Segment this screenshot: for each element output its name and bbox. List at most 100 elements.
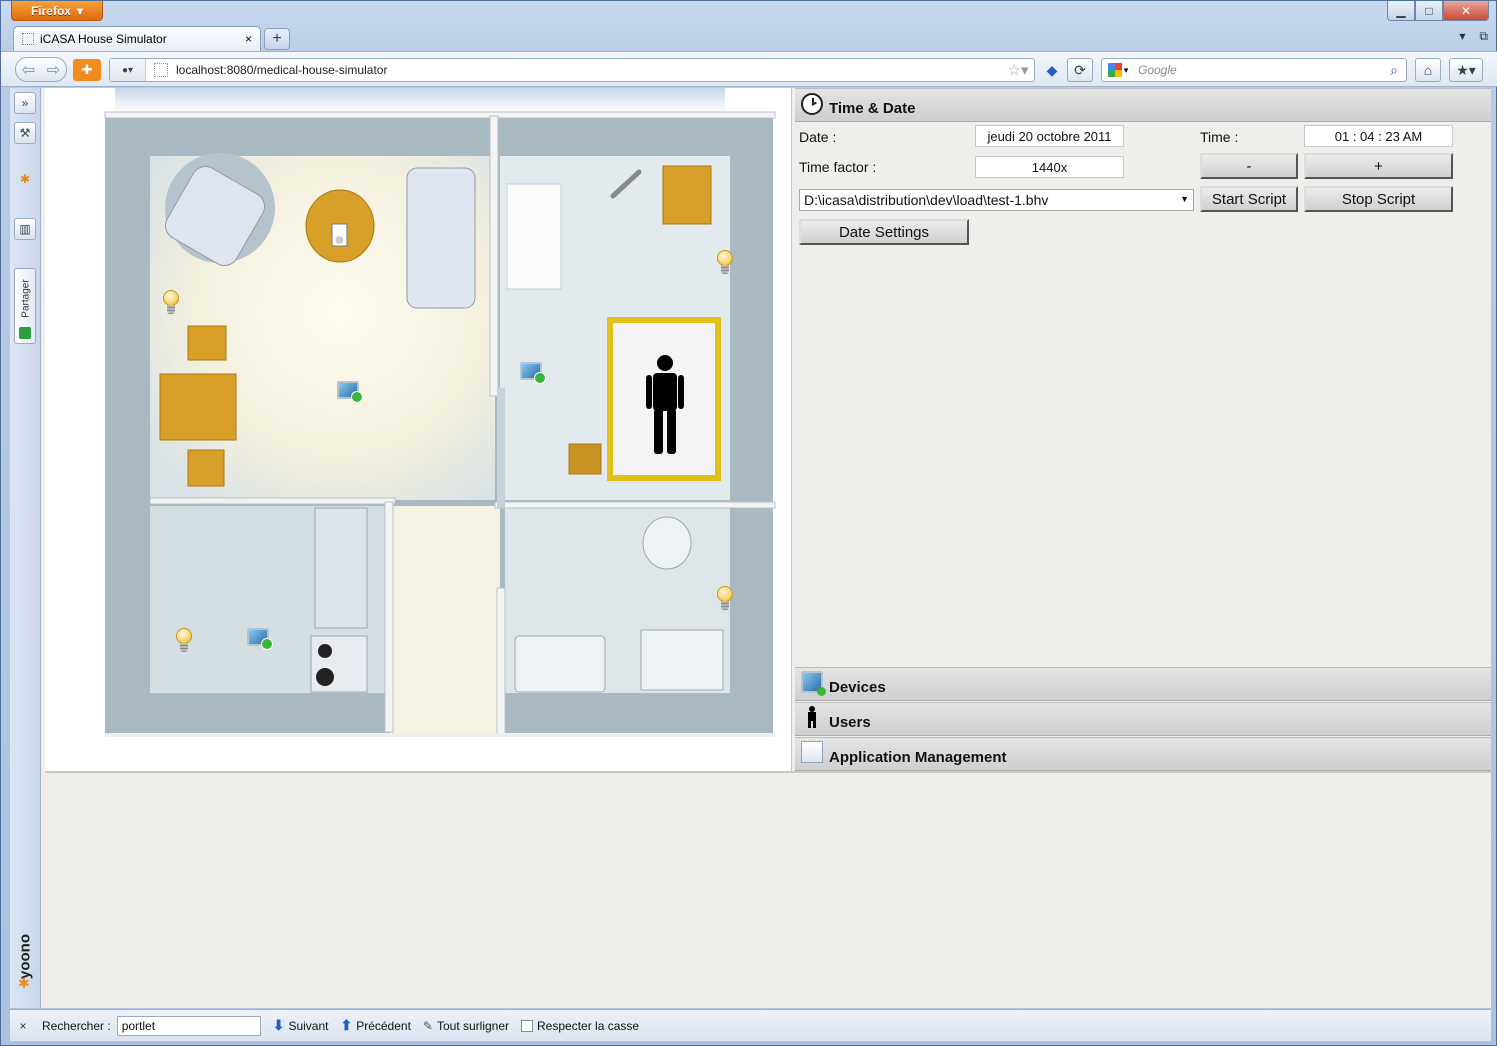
toilet xyxy=(642,516,692,570)
yoono-star-icon[interactable]: ✱ xyxy=(14,168,36,190)
extension-button[interactable]: ✚ xyxy=(73,59,101,81)
light-bulb-icon[interactable] xyxy=(717,250,733,276)
application-window-icon xyxy=(801,741,823,763)
find-bar-close-icon[interactable]: × xyxy=(10,1019,36,1033)
reload-button[interactable]: ⟳ xyxy=(1067,58,1093,82)
device-sensor-icon[interactable] xyxy=(337,381,363,403)
person-icon[interactable] xyxy=(645,354,685,456)
sidebar-panel-icon[interactable]: ▥ xyxy=(14,218,36,240)
dining-table xyxy=(159,373,237,441)
house-floorplan-pane xyxy=(45,88,792,771)
time-factor-field[interactable]: 1440x xyxy=(975,156,1124,178)
home-button[interactable]: ⌂ xyxy=(1415,58,1441,82)
chair xyxy=(187,449,225,487)
forward-arrow-icon[interactable]: ⇨ xyxy=(47,60,60,80)
wardrobe xyxy=(506,183,562,290)
yoono-text: yoono xyxy=(16,934,34,979)
time-date-header[interactable]: Time & Date xyxy=(795,88,1491,122)
match-case-label: Respecter la casse xyxy=(537,1018,640,1033)
bottom-wall xyxy=(105,733,775,737)
list-all-tabs-icon[interactable]: ▾ xyxy=(1459,29,1465,44)
application-management-title: Application Management xyxy=(829,749,1007,766)
window-controls: ▁ □ ✕ xyxy=(1387,1,1489,21)
interior-wall xyxy=(497,388,505,508)
feed-icon[interactable]: ◆ xyxy=(1039,58,1065,82)
application-management-header[interactable]: Application Management xyxy=(795,737,1491,771)
light-bulb-icon[interactable] xyxy=(717,586,733,612)
hallway-floor xyxy=(390,506,500,733)
tab-title: iCASA House Simulator xyxy=(40,32,167,46)
identity-button[interactable]: ●▾ xyxy=(110,59,146,81)
interior-wall xyxy=(489,115,499,397)
bookmarks-menu-button[interactable]: ★▾ xyxy=(1449,58,1483,82)
time-field[interactable]: 01 : 04 : 23 AM xyxy=(1304,125,1453,147)
device-sensor-icon[interactable] xyxy=(247,628,273,650)
arrow-up-icon: ⬆ xyxy=(340,1017,353,1033)
wrench-icon[interactable]: ⚒ xyxy=(14,122,36,144)
users-header[interactable]: Users xyxy=(795,702,1491,736)
bookmark-star-icon[interactable]: ☆▾ xyxy=(1002,61,1034,79)
back-forward-buttons[interactable]: ⇦ ⇨ xyxy=(15,57,67,82)
expand-sidebar-icon[interactable]: » xyxy=(14,92,36,114)
minimize-button[interactable]: ▁ xyxy=(1387,1,1415,21)
firefox-menu-button[interactable]: Firefox ▾ xyxy=(11,1,103,21)
interior-wall xyxy=(149,497,396,505)
find-label: Rechercher : xyxy=(42,1018,111,1033)
match-case-checkbox[interactable]: Respecter la casse xyxy=(521,1019,639,1033)
close-window-button[interactable]: ✕ xyxy=(1443,1,1489,21)
back-arrow-icon[interactable]: ⇦ xyxy=(22,60,35,80)
find-next-button[interactable]: ⬇ Suivant xyxy=(273,1017,329,1034)
tab-icasa[interactable]: iCASA House Simulator × xyxy=(13,26,261,51)
date-settings-button[interactable]: Date Settings xyxy=(799,219,969,245)
tab-bar: iCASA House Simulator × + ▾ ⧉ xyxy=(1,25,1497,51)
chair xyxy=(187,325,227,361)
increase-factor-button[interactable]: + xyxy=(1304,153,1453,179)
highlight-all-button[interactable]: ✎ Tout surligner xyxy=(423,1019,509,1033)
tab-menu: ▾ ⧉ xyxy=(1459,29,1488,44)
start-script-button[interactable]: Start Script xyxy=(1200,186,1298,212)
search-bar[interactable]: ▾ Google ⌕ xyxy=(1101,58,1407,82)
devices-header[interactable]: Devices xyxy=(795,667,1491,701)
date-field[interactable]: jeudi 20 octobre 2011 xyxy=(975,125,1124,147)
search-input[interactable]: Google xyxy=(1134,63,1382,77)
url-bar[interactable]: ●▾ localhost:8080/medical-house-simulato… xyxy=(109,58,1035,82)
panorama-icon[interactable]: ⧉ xyxy=(1479,29,1488,44)
washbasin xyxy=(514,635,606,693)
url-text[interactable]: localhost:8080/medical-house-simulator xyxy=(176,63,1002,77)
tab-close-icon[interactable]: × xyxy=(245,32,252,46)
firefox-menu-label: Firefox xyxy=(30,3,71,18)
sofa xyxy=(406,167,476,309)
sky-strip xyxy=(115,88,725,112)
page-content: Time & Date Date : jeudi 20 octobre 2011… xyxy=(41,88,1491,1008)
maximize-button[interactable]: □ xyxy=(1415,1,1443,21)
search-engine-selector[interactable]: ▾ xyxy=(1102,59,1134,81)
light-bulb-icon[interactable] xyxy=(176,628,192,654)
checkbox-icon[interactable] xyxy=(521,1019,534,1032)
nightstand xyxy=(568,443,602,475)
site-favicon-icon xyxy=(154,63,168,77)
new-tab-button[interactable]: + xyxy=(264,28,290,50)
stop-script-button[interactable]: Stop Script xyxy=(1304,186,1453,212)
yoono-sidebar: » ⚒ ✱ ▥ Partager yoono ✱ xyxy=(10,88,41,1008)
device-sensor-icon[interactable] xyxy=(520,362,546,384)
reload-icon: ⟳ xyxy=(1074,61,1086,78)
find-previous-button[interactable]: ⬆ Précédent xyxy=(340,1017,410,1034)
script-select-value: D:\icasa\distribution\dev\load\test-1.bh… xyxy=(804,192,1049,208)
interior-wall xyxy=(496,587,506,737)
find-previous-label: Précédent xyxy=(356,1018,411,1033)
partager-button[interactable]: Partager xyxy=(14,268,36,344)
decrease-factor-button[interactable]: - xyxy=(1200,153,1298,179)
burner xyxy=(316,668,334,686)
highlight-all-label: Tout surligner xyxy=(436,1018,510,1033)
light-bulb-icon[interactable] xyxy=(163,290,179,316)
find-input[interactable]: portlet xyxy=(116,1015,261,1036)
date-label: Date : xyxy=(799,129,837,145)
find-bar: × Rechercher : portlet ⬇ Suivant ⬆ Précé… xyxy=(10,1009,1491,1041)
chevron-down-icon[interactable]: ▼ xyxy=(1180,194,1189,204)
script-select[interactable]: D:\icasa\distribution\dev\load\test-1.bh… xyxy=(799,189,1194,211)
arrow-down-icon: ⬇ xyxy=(272,1017,285,1033)
search-magnifier-icon[interactable]: ⌕ xyxy=(1382,62,1406,79)
time-factor-label: Time factor : xyxy=(799,159,877,175)
yoono-logo-star-icon: ✱ xyxy=(18,975,30,991)
devices-title: Devices xyxy=(829,679,886,696)
